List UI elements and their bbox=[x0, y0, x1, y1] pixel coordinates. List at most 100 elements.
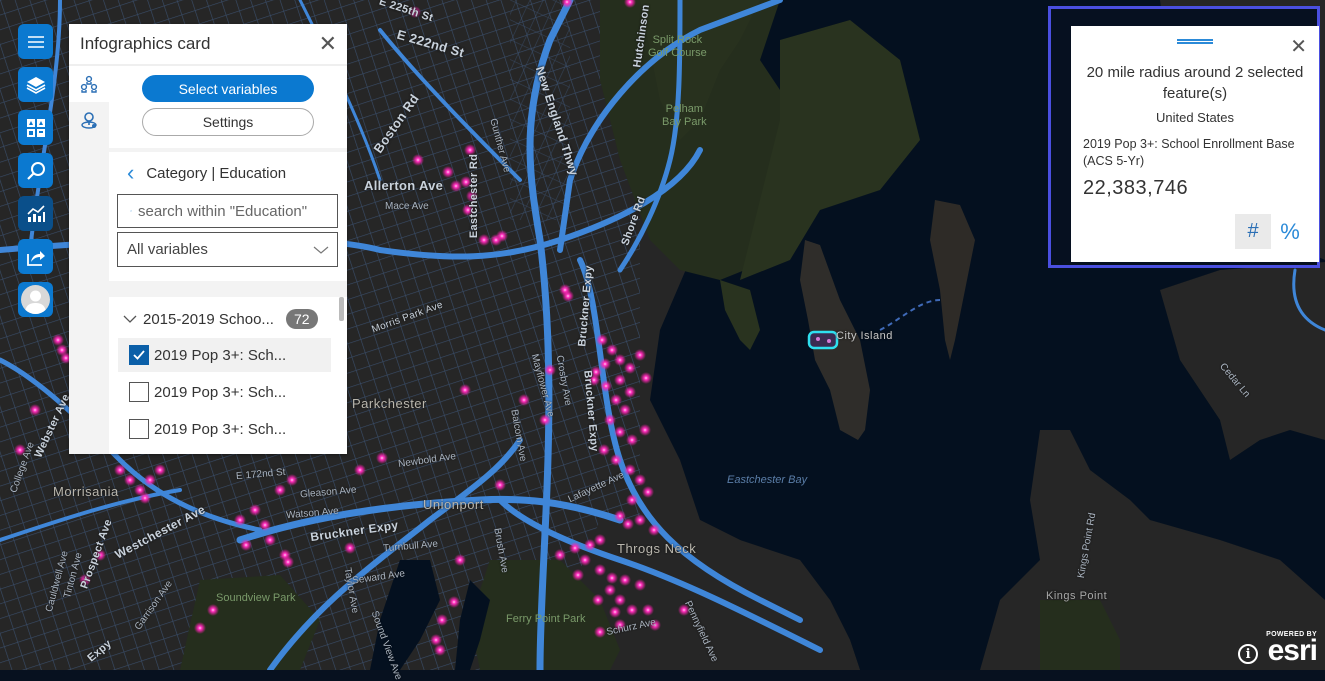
share-icon bbox=[26, 250, 45, 266]
selected-feature-point[interactable] bbox=[827, 339, 831, 343]
selected-feature-point[interactable] bbox=[816, 337, 820, 341]
variable-search bbox=[117, 194, 338, 228]
density-point bbox=[259, 519, 271, 531]
card-value: 22,383,746 bbox=[1083, 177, 1189, 199]
density-point bbox=[579, 554, 591, 566]
info-icon[interactable]: i bbox=[1238, 644, 1259, 664]
count-toggle-button[interactable]: # bbox=[1235, 214, 1271, 249]
density-point bbox=[610, 454, 622, 466]
density-point bbox=[240, 539, 252, 551]
density-point bbox=[154, 464, 166, 476]
density-point bbox=[344, 542, 356, 554]
density-point bbox=[79, 574, 91, 586]
density-point bbox=[544, 364, 556, 376]
density-point bbox=[274, 484, 286, 496]
density-point bbox=[649, 619, 661, 631]
density-point bbox=[249, 504, 261, 516]
density-point bbox=[624, 362, 636, 374]
panel-actions: Select variables Settings bbox=[109, 66, 347, 148]
density-point bbox=[29, 404, 41, 416]
tab-location[interactable] bbox=[69, 102, 109, 138]
density-point bbox=[354, 464, 366, 476]
card-close-button[interactable]: ✕ bbox=[1290, 34, 1307, 59]
variable-search-input[interactable] bbox=[138, 202, 337, 220]
density-point bbox=[614, 594, 626, 606]
share-button[interactable] bbox=[18, 239, 53, 274]
density-point bbox=[614, 374, 626, 386]
density-point bbox=[14, 444, 26, 456]
location-ring-icon bbox=[81, 112, 97, 129]
variable-item-label: 2019 Pop 3+: Sch... bbox=[154, 383, 287, 401]
density-point bbox=[599, 358, 611, 370]
drag-handle-icon[interactable] bbox=[1177, 39, 1213, 44]
density-point bbox=[634, 349, 646, 361]
variable-item-label: 2019 Pop 3+: Sch... bbox=[154, 420, 287, 438]
hierarchy-icon bbox=[80, 75, 98, 93]
density-point bbox=[614, 619, 626, 631]
density-point bbox=[114, 464, 126, 476]
user-profile-button[interactable] bbox=[18, 282, 53, 317]
density-point bbox=[624, 386, 636, 398]
select-variables-button[interactable]: Select variables bbox=[142, 75, 314, 102]
chart-icon bbox=[26, 204, 45, 222]
infographic-grid-icon bbox=[26, 118, 45, 137]
density-point bbox=[678, 604, 690, 616]
infographics-panel: Infographics card ✕ Select variables Set… bbox=[69, 24, 347, 454]
variable-item[interactable]: 2019 Pop 3+: Sch... bbox=[118, 338, 331, 372]
density-point bbox=[614, 426, 626, 438]
density-point bbox=[622, 518, 634, 530]
density-point bbox=[598, 444, 610, 456]
variable-filter-select[interactable]: All variables bbox=[117, 232, 338, 267]
density-point bbox=[600, 380, 612, 392]
density-point bbox=[604, 414, 616, 426]
settings-button[interactable]: Settings bbox=[142, 108, 314, 136]
attribution: i POWERED BY esri bbox=[1238, 631, 1318, 666]
density-point bbox=[594, 626, 606, 638]
density-point bbox=[639, 424, 651, 436]
menu-button[interactable] bbox=[18, 24, 53, 59]
category-section: ‹ Category | Education All variables bbox=[109, 152, 347, 281]
list-scrollbar[interactable] bbox=[339, 297, 344, 321]
density-point bbox=[642, 604, 654, 616]
esri-logo: POWERED BY esri bbox=[1266, 631, 1318, 666]
density-point bbox=[412, 154, 424, 166]
variable-item[interactable]: 2019 Pop 3+: Sch... bbox=[118, 412, 331, 446]
variable-checkbox[interactable] bbox=[129, 419, 149, 439]
density-point bbox=[409, 6, 421, 18]
density-point bbox=[194, 622, 206, 634]
chevron-down-icon bbox=[123, 315, 137, 323]
search-icon bbox=[26, 161, 45, 180]
checkmark-icon bbox=[133, 350, 145, 360]
density-point bbox=[207, 604, 219, 616]
density-point bbox=[614, 354, 626, 366]
density-point bbox=[442, 166, 454, 178]
variable-checkbox[interactable] bbox=[129, 382, 149, 402]
density-point bbox=[554, 549, 566, 561]
infographics-button[interactable] bbox=[18, 110, 53, 145]
variable-group-row[interactable]: 2015-2019 Schoo... 72 bbox=[109, 300, 347, 338]
panel-side-tabs bbox=[69, 66, 109, 454]
density-point bbox=[642, 486, 654, 498]
tab-variables[interactable] bbox=[69, 66, 109, 102]
density-point bbox=[594, 534, 606, 546]
variable-count-badge: 72 bbox=[285, 309, 318, 329]
density-point bbox=[454, 554, 466, 566]
variable-checkbox-checked[interactable] bbox=[129, 345, 149, 365]
selected-features-outline[interactable] bbox=[807, 330, 839, 350]
percent-toggle-button[interactable]: % bbox=[1275, 214, 1305, 249]
density-point bbox=[640, 372, 652, 384]
density-point bbox=[619, 574, 631, 586]
user-avatar-icon bbox=[21, 285, 50, 314]
density-point bbox=[264, 534, 276, 546]
density-point bbox=[518, 394, 530, 406]
density-point bbox=[450, 180, 462, 192]
panel-close-button[interactable]: ✕ bbox=[319, 33, 337, 55]
back-chevron-icon[interactable]: ‹ bbox=[127, 162, 134, 184]
variable-item[interactable]: 2019 Pop 3+: Sch... bbox=[118, 375, 331, 409]
density-point bbox=[494, 479, 506, 491]
search-button[interactable] bbox=[18, 153, 53, 188]
density-point bbox=[464, 144, 476, 156]
charts-button[interactable] bbox=[18, 196, 53, 231]
layers-button[interactable] bbox=[18, 67, 53, 102]
density-point bbox=[436, 614, 448, 626]
